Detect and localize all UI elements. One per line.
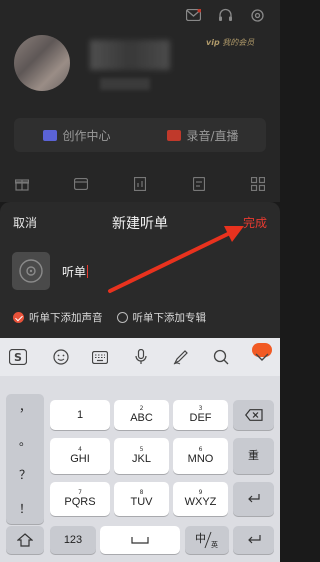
key-2-abc[interactable]: 2 ABC [114,400,169,430]
keyboard-icon[interactable] [91,348,109,366]
home-shift-icon [17,533,33,547]
key-8-tuv[interactable]: 8 TUV [114,482,169,516]
svg-text:S: S [14,351,22,364]
radio-checked-icon [13,312,24,323]
background-profile: vip 我的会员 创作中心 录音/直播 [0,0,280,202]
key-9-wxyz[interactable]: 9 WXYZ [173,482,228,516]
key-3-def[interactable]: 3 DEF [173,400,228,430]
sheet-header: 取消 新建听单 完成 [0,202,280,242]
handwriting-icon[interactable] [172,348,190,366]
return-icon [247,535,261,544]
more-grid-icon[interactable] [250,176,266,192]
gift-icon[interactable] [14,176,30,192]
space-key[interactable] [100,526,180,554]
key-7-pqrs[interactable]: 7 PQRS [50,482,110,516]
top-icons [184,6,266,24]
creator-buttons: 创作中心 录音/直播 [14,118,266,152]
chart-icon[interactable] [132,176,148,192]
vip-member-link[interactable]: vip 我的会员 [206,37,254,48]
playlist-name-input[interactable]: 听单 [62,263,89,280]
backspace-icon [244,409,263,421]
punct-period[interactable]: 。 [6,432,44,449]
lang-switch-key[interactable]: 中 英 [185,526,229,554]
mail-icon[interactable] [184,6,202,24]
key-1[interactable]: 1 [50,400,110,430]
record-icon [167,129,182,141]
microphone-icon[interactable] [132,348,150,366]
option-add-album[interactable]: 听单下添加专辑 [116,310,206,325]
chevron-down-icon[interactable] [253,348,271,366]
document-icon[interactable] [191,176,207,192]
key-4-ghi[interactable]: 4 GHI [50,438,110,474]
sogou-logo-icon[interactable]: S [9,348,27,366]
settings-icon[interactable] [248,6,266,24]
enter-icon [247,494,260,503]
creator-icon [43,129,58,141]
option-add-sound[interactable]: 听单下添加声音 [13,310,103,325]
return-key[interactable] [233,526,274,554]
backspace-key[interactable] [233,400,274,430]
punct-exclaim[interactable]: ！ [6,500,44,517]
headset-icon[interactable] [216,6,234,24]
key-6-mno[interactable]: 6 MNO [173,438,228,474]
emoji-icon[interactable] [52,348,70,366]
wallet-icon[interactable] [73,176,89,192]
space-icon [131,537,149,544]
new-playlist-sheet: 取消 新建听单 完成 听单 听单下添加声音 听单下添加专辑 [0,202,280,338]
slash-divider-icon [204,531,212,549]
punct-question[interactable]: ？ [6,466,44,483]
keyboard-toolbar: S [0,338,280,376]
disc-icon [19,259,43,283]
key-5-jkl[interactable]: 5 JKL [114,438,169,474]
user-info-blurred [100,78,150,90]
punct-comma[interactable]: ， [6,398,44,415]
text-caret [87,265,89,278]
reenter-key[interactable]: 重 [233,438,274,474]
creator-center-button[interactable]: 创作中心 [14,118,140,152]
username-blurred [90,40,170,70]
shortcut-icons [14,176,266,192]
add-type-options: 听单下添加声音 听单下添加专辑 [13,310,206,325]
ime-keyboard: S ， 。 ？ ！ 1 2 ABC 3 DEF 4 GHI 5 JKL 6 MN… [0,338,280,562]
record-live-button[interactable]: 录音/直播 [140,118,266,152]
avatar[interactable] [14,35,70,91]
number-mode-key[interactable]: 123 [50,526,96,554]
punctuation-list[interactable]: ， 。 ？ ！ [6,394,44,524]
done-button[interactable]: 完成 [243,214,267,231]
radio-unchecked-icon [116,312,128,323]
search-icon[interactable] [212,348,230,366]
playlist-cover-picker[interactable] [12,252,50,290]
enter-key[interactable] [233,482,274,516]
shift-key[interactable] [6,526,44,554]
sheet-title: 新建听单 [112,216,168,232]
